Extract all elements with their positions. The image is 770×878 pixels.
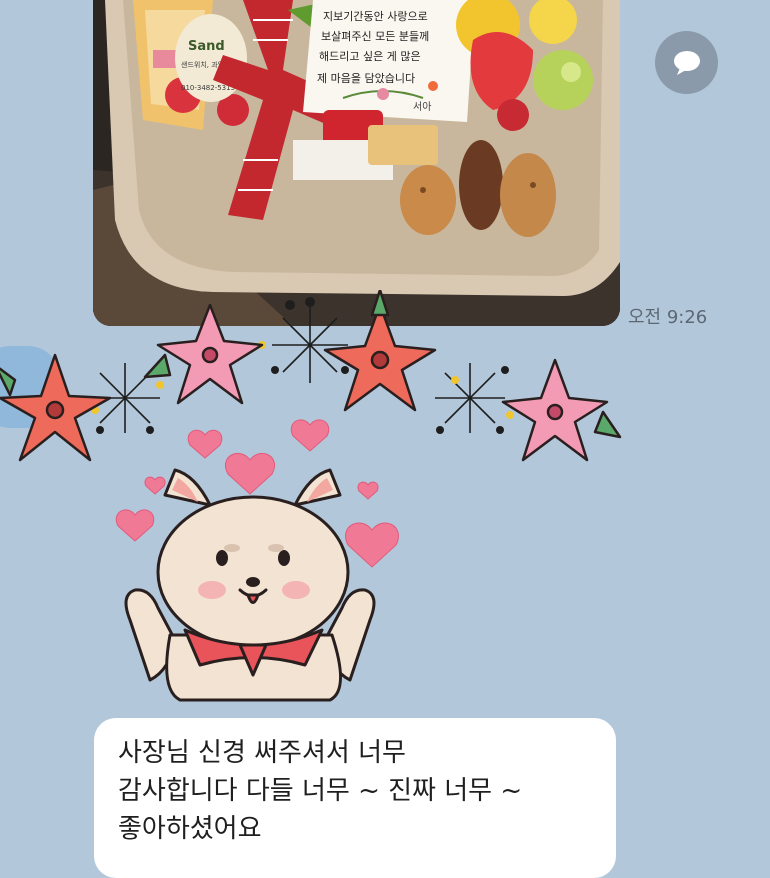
fruit-box-photo: Sand 샌드위치, 과일도시 010-3482-5315 지보기간동안 사랑으… (93, 0, 620, 326)
speech-bubble-icon (673, 50, 700, 75)
dog-character (124, 468, 376, 702)
dog-sticker[interactable] (0, 290, 640, 710)
message-bubble[interactable]: 사장님 신경 써주셔서 너무 감사합니다 다들 너무 ~ 진짜 너무 ~ 좋아하… (94, 718, 616, 878)
share-button[interactable] (655, 31, 718, 94)
card-signature: 서아 (413, 101, 431, 113)
card-line-1: 지보기간동안 사랑으로 (323, 10, 428, 23)
message-line-1: 사장님 신경 써주셔서 너무 (118, 738, 406, 768)
card-line-2: 보살펴주신 모든 분들께 (321, 30, 429, 43)
photo-message[interactable]: Sand 샌드위치, 과일도시 010-3482-5315 지보기간동안 사랑으… (93, 0, 620, 326)
card-line-4: 제 마음을 담았습니다 (317, 72, 415, 85)
message-line-2: 감사합니다 다들 너무 ~ 진짜 너무 ~ (118, 776, 523, 806)
card-line-3: 해드리고 싶은 게 많은 (319, 49, 421, 63)
message-line-3: 좋아하셨어요 (118, 814, 262, 844)
tag-brand: Sand (188, 39, 225, 54)
